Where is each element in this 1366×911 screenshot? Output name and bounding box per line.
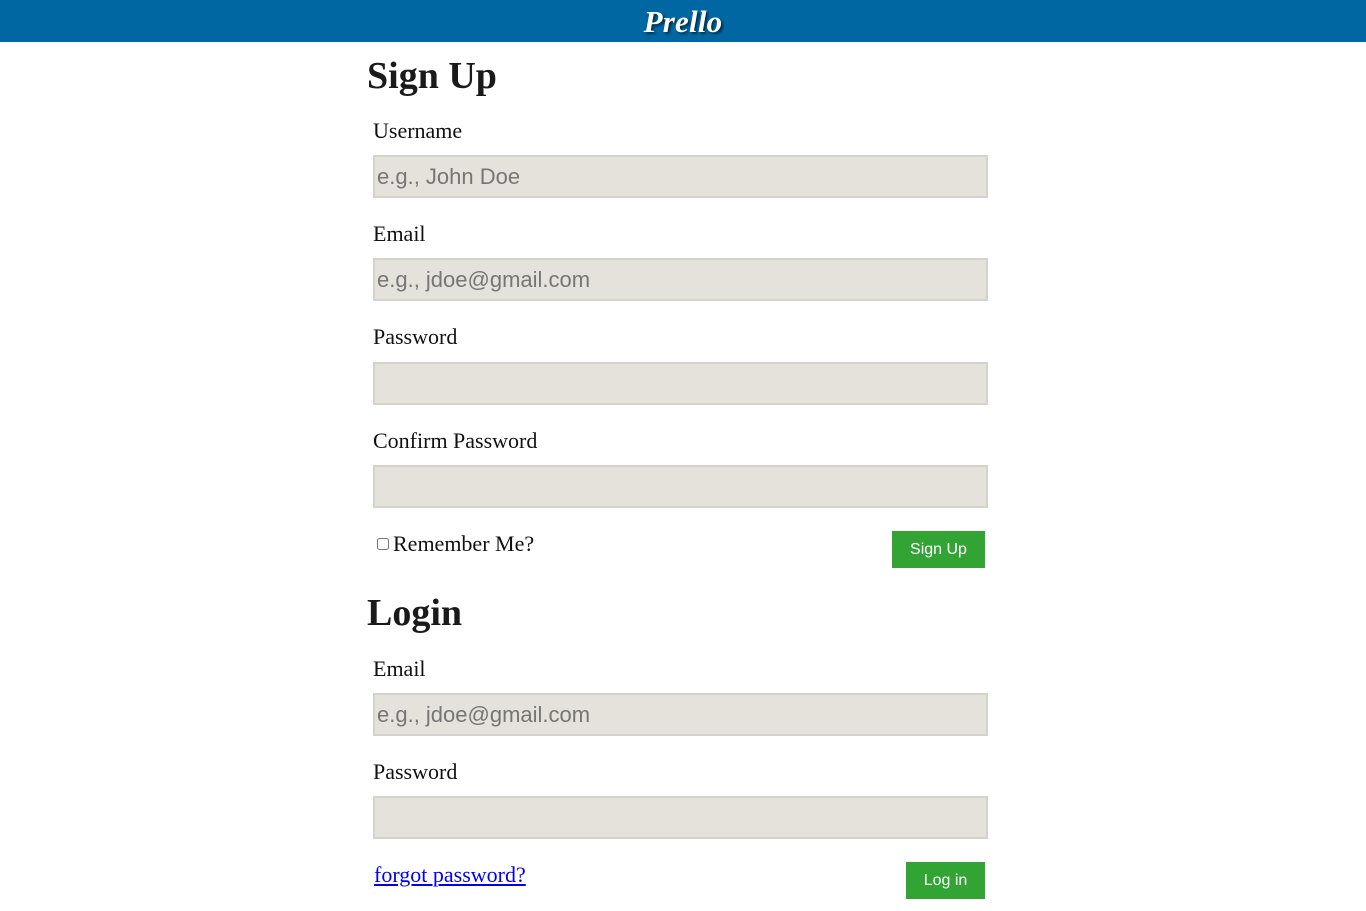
signup-title: Sign Up bbox=[367, 55, 497, 97]
brand-logo[interactable]: Prello bbox=[644, 0, 723, 44]
signup-password-label: Password bbox=[373, 324, 458, 349]
log-in-button[interactable]: Log in bbox=[906, 862, 985, 899]
signup-email-input[interactable] bbox=[373, 258, 988, 301]
header-bar: Prello bbox=[0, 0, 1366, 42]
confirm-password-label: Confirm Password bbox=[373, 428, 538, 453]
login-password-input[interactable] bbox=[373, 796, 988, 839]
confirm-password-input[interactable] bbox=[373, 465, 988, 508]
remember-me-label: Remember Me? bbox=[393, 531, 535, 556]
login-title: Login bbox=[367, 592, 463, 634]
forgot-password-link[interactable]: forgot password? bbox=[374, 864, 526, 886]
sign-up-button[interactable]: Sign Up bbox=[892, 531, 985, 568]
username-label: Username bbox=[373, 118, 463, 143]
signup-email-label: Email bbox=[373, 221, 426, 246]
signup-password-input[interactable] bbox=[373, 362, 988, 405]
remember-me-checkbox[interactable] bbox=[377, 538, 389, 550]
login-password-label: Password bbox=[373, 759, 458, 784]
username-input[interactable] bbox=[373, 155, 988, 198]
login-email-input[interactable] bbox=[373, 693, 988, 736]
login-email-label: Email bbox=[373, 656, 426, 681]
